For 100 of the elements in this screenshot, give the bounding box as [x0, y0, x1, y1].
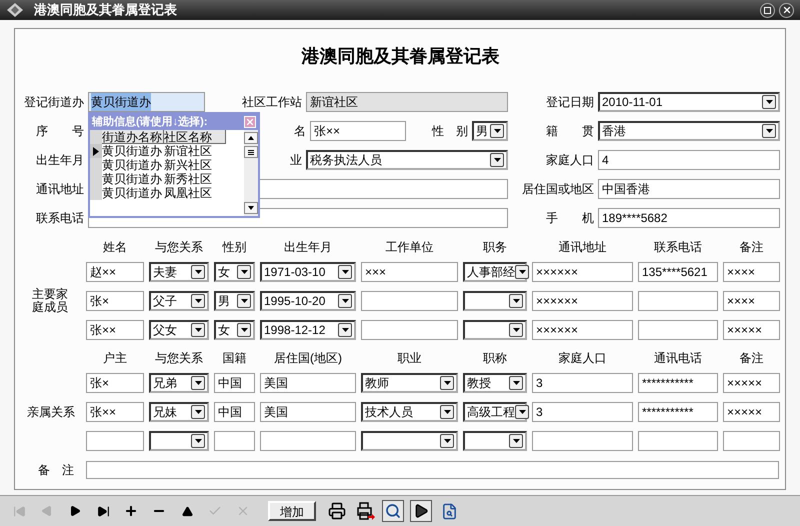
- dropdown-field[interactable]: [361, 431, 458, 451]
- preview-button[interactable]: [382, 500, 404, 522]
- text-field[interactable]: [86, 461, 779, 479]
- dropdown-field[interactable]: 1971-03-10: [260, 262, 356, 282]
- text-field[interactable]: ××××: [723, 262, 780, 282]
- dropdown-field[interactable]: 技术人员: [361, 402, 458, 422]
- dropdown-field[interactable]: 男: [472, 121, 508, 141]
- text-field[interactable]: [638, 291, 718, 311]
- text-field[interactable]: ***********: [638, 373, 718, 393]
- text-field[interactable]: [361, 320, 458, 340]
- text-field[interactable]: 4: [598, 150, 780, 170]
- list-cell[interactable]: 新兴社区: [164, 158, 226, 172]
- dropdown-button[interactable]: [237, 294, 251, 308]
- text-field[interactable]: [86, 431, 144, 451]
- text-field[interactable]: [361, 291, 458, 311]
- dropdown-button[interactable]: [237, 265, 251, 279]
- text-field[interactable]: [638, 431, 718, 451]
- dropdown-field[interactable]: 女: [214, 320, 255, 340]
- dropdown-button[interactable]: [338, 323, 352, 337]
- list-cell[interactable]: 新谊社区: [164, 144, 226, 158]
- dropdown-field[interactable]: 税务执法人员: [306, 150, 508, 170]
- list-cell[interactable]: 黄贝街道办: [102, 186, 164, 200]
- dropdown-button[interactable]: [509, 323, 523, 337]
- dropdown-button[interactable]: [509, 376, 523, 390]
- dropdown-field[interactable]: 教师: [361, 373, 458, 393]
- dropdown-field[interactable]: [149, 431, 209, 451]
- text-field[interactable]: ××××××: [532, 262, 633, 282]
- dropdown-field[interactable]: [463, 431, 527, 451]
- text-field[interactable]: ×××××: [723, 373, 780, 393]
- scroll-up-button[interactable]: [244, 132, 258, 144]
- text-field[interactable]: 新谊社区: [306, 92, 508, 112]
- close-button[interactable]: [779, 2, 794, 18]
- text-field[interactable]: ××××: [723, 291, 780, 311]
- dropdown-field[interactable]: [463, 291, 527, 311]
- text-field[interactable]: 黄贝街道办: [88, 92, 205, 112]
- text-field[interactable]: ×××××: [723, 402, 780, 422]
- list-cell[interactable]: 凤凰社区: [164, 186, 226, 200]
- dropdown-button[interactable]: [509, 434, 523, 448]
- text-field[interactable]: 张×: [86, 373, 144, 393]
- text-field[interactable]: ***********: [638, 402, 718, 422]
- dropdown-button[interactable]: [515, 405, 529, 419]
- text-field[interactable]: ×××: [361, 262, 458, 282]
- dropdown-field[interactable]: 人事部经: [463, 262, 527, 282]
- scroll-thumb[interactable]: [244, 146, 258, 158]
- dropdown-field[interactable]: 夫妻: [149, 262, 209, 282]
- text-field[interactable]: 张××: [86, 320, 144, 340]
- dropdown-button[interactable]: [191, 405, 205, 419]
- dropdown-button[interactable]: [237, 323, 251, 337]
- text-field[interactable]: 张×: [86, 291, 144, 311]
- print-button[interactable]: [326, 500, 348, 522]
- dropdown-field[interactable]: [463, 320, 527, 340]
- dropdown-field[interactable]: 1995-10-20: [260, 291, 356, 311]
- text-field[interactable]: 中国香港: [598, 179, 780, 199]
- dropdown-button[interactable]: [440, 376, 454, 390]
- dropdown-field[interactable]: 父子: [149, 291, 209, 311]
- list-cell[interactable]: 新秀社区: [164, 172, 226, 186]
- list-cell[interactable]: 黄贝街道办: [102, 144, 164, 158]
- dropdown-button[interactable]: [490, 124, 504, 138]
- text-field[interactable]: ×××××: [723, 320, 780, 340]
- scrollbar[interactable]: [244, 130, 258, 216]
- dropdown-field[interactable]: 高级工程: [463, 402, 527, 422]
- dropdown-button[interactable]: [509, 294, 523, 308]
- dropdown-button[interactable]: [338, 294, 352, 308]
- dropdown-button[interactable]: [191, 376, 205, 390]
- dropdown-field[interactable]: 男: [214, 291, 255, 311]
- text-field[interactable]: [260, 431, 356, 451]
- dropdown-button[interactable]: [191, 434, 205, 448]
- dropdown-button[interactable]: [191, 323, 205, 337]
- scroll-down-button[interactable]: [244, 202, 258, 214]
- text-field[interactable]: 135****5621: [638, 262, 718, 282]
- text-field[interactable]: 张××: [86, 402, 144, 422]
- row-selector[interactable]: [90, 144, 102, 158]
- text-field[interactable]: 美国: [260, 373, 356, 393]
- list-cell[interactable]: 黄贝街道办: [102, 158, 164, 172]
- dropdown-button[interactable]: [440, 405, 454, 419]
- dropdown-field[interactable]: 2010-11-01: [598, 92, 780, 112]
- text-field[interactable]: ××××××: [532, 291, 633, 311]
- dropdown-button[interactable]: [338, 265, 352, 279]
- text-field[interactable]: ××××××: [532, 320, 633, 340]
- text-field[interactable]: [532, 431, 633, 451]
- dropdown-button[interactable]: [762, 95, 776, 109]
- dropdown-field[interactable]: 香港: [598, 121, 780, 141]
- text-field[interactable]: [214, 431, 255, 451]
- dropdown-button[interactable]: [191, 265, 205, 279]
- dropdown-button[interactable]: [490, 153, 504, 167]
- text-field[interactable]: 赵××: [86, 262, 144, 282]
- text-field[interactable]: [723, 431, 780, 451]
- dropdown-field[interactable]: 兄弟: [149, 373, 209, 393]
- dropdown-field[interactable]: 教授: [463, 373, 527, 393]
- list-cell[interactable]: 黄贝街道办: [102, 172, 164, 186]
- dropdown-button[interactable]: [515, 265, 529, 279]
- dropdown-field[interactable]: 兄妹: [149, 402, 209, 422]
- text-field[interactable]: 3: [532, 402, 633, 422]
- text-field[interactable]: 美国: [260, 402, 356, 422]
- add-button[interactable]: 增加: [268, 501, 316, 521]
- restore-button[interactable]: [760, 2, 775, 18]
- dropdown-field[interactable]: 1998-12-12: [260, 320, 356, 340]
- text-field[interactable]: 3: [532, 373, 633, 393]
- text-field[interactable]: [638, 320, 718, 340]
- text-field[interactable]: 中国: [214, 402, 255, 422]
